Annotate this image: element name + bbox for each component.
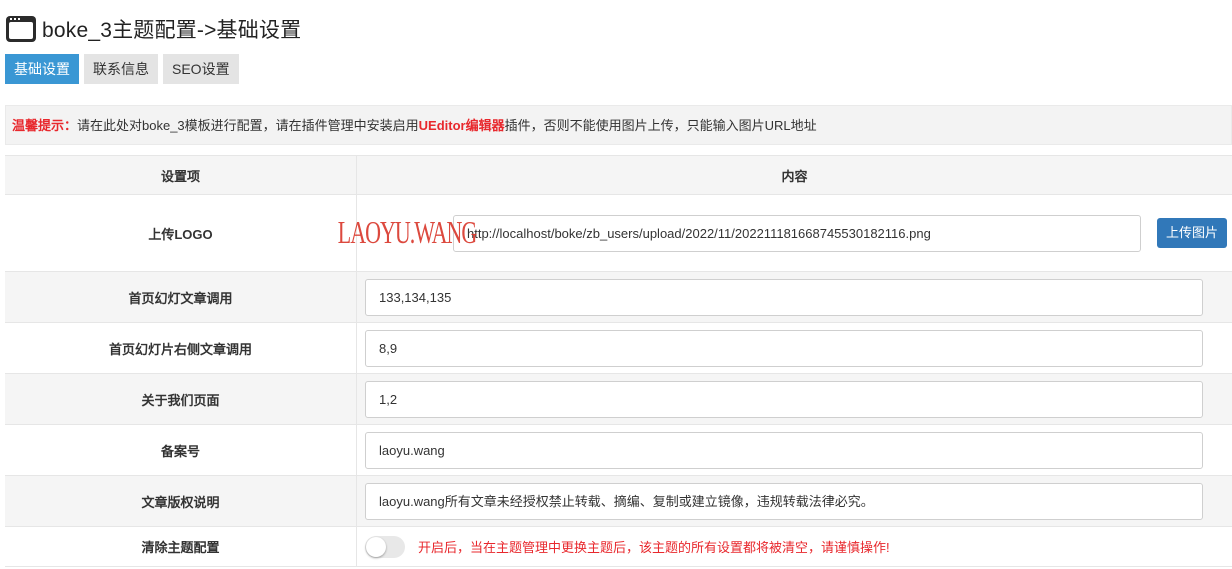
- table-row: 首页幻灯片右侧文章调用 8,9: [5, 323, 1232, 374]
- copyright-notice-input[interactable]: laoyu.wang所有文章未经授权禁止转载、摘编、复制或建立镜像，违规转载法律…: [365, 482, 1203, 520]
- table-row-clear: 清除主题配置 开启后，当在主题管理中更换主题后，该主题的所有设置都将被清空，请谨…: [5, 527, 1232, 567]
- icp-number-input[interactable]: laoyu.wang: [365, 431, 1203, 469]
- logo-preview: LAOYU.WANG: [338, 211, 477, 255]
- setting-label: 关于我们页面: [5, 374, 357, 424]
- table-row-logo: 上传LOGO LAOYU.WANG http://localhost/boke/…: [5, 195, 1232, 272]
- about-pages-input[interactable]: 1,2: [365, 380, 1203, 418]
- clear-config-toggle[interactable]: [365, 535, 405, 558]
- notice-banner: 温馨提示：请在此处对boke_3模板进行配置，请在插件管理中安装启用UEdito…: [5, 105, 1232, 145]
- toggle-knob: [366, 536, 386, 557]
- tab-bar: 基础设置 联系信息 SEO设置: [5, 54, 239, 84]
- setting-label: 文章版权说明: [5, 476, 357, 526]
- logo-preview-text: LAOYU.WANG: [337, 214, 477, 251]
- setting-label: 清除主题配置: [5, 527, 357, 566]
- notice-highlight: UEditor编辑器: [418, 118, 505, 133]
- setting-label: 首页幻灯文章调用: [5, 272, 357, 322]
- column-header-setting: 设置项: [5, 156, 357, 194]
- table-header-row: 设置项 内容: [5, 156, 1232, 195]
- slider-articles-input[interactable]: 133,134,135: [365, 278, 1203, 316]
- setting-label-logo: 上传LOGO: [5, 195, 357, 271]
- settings-table: 设置项 内容 上传LOGO LAOYU.WANG http://localhos…: [5, 155, 1232, 567]
- setting-label: 首页幻灯片右侧文章调用: [5, 323, 357, 373]
- table-row: 关于我们页面 1,2: [5, 374, 1232, 425]
- tab-basic-settings[interactable]: 基础设置: [5, 54, 79, 84]
- tab-seo-settings[interactable]: SEO设置: [163, 54, 239, 84]
- setting-content-logo: LAOYU.WANG http://localhost/boke/zb_user…: [338, 195, 1232, 271]
- table-row: 备案号 laoyu.wang: [5, 425, 1232, 476]
- title-bar: boke_3主题配置->基础设置: [6, 14, 301, 44]
- window-icon: [6, 16, 36, 42]
- upload-image-button[interactable]: 上传图片: [1157, 218, 1227, 248]
- column-header-content: 内容: [781, 168, 808, 184]
- notice-prefix: 温馨提示：: [12, 118, 78, 133]
- clear-config-warning: 开启后，当在主题管理中更换主题后，该主题的所有设置都将被清空，请谨慎操作!: [418, 540, 890, 555]
- table-row: 首页幻灯文章调用 133,134,135: [5, 272, 1232, 323]
- table-row: 文章版权说明 laoyu.wang所有文章未经授权禁止转载、摘编、复制或建立镜像…: [5, 476, 1232, 527]
- notice-text-before: 请在此处对boke_3模板进行配置，请在插件管理中安装启用: [77, 118, 419, 133]
- notice-text-after: 插件，否则不能使用图片上传，只能输入图片URL地址: [504, 118, 817, 133]
- setting-label: 备案号: [5, 425, 357, 475]
- tab-contact-info[interactable]: 联系信息: [84, 54, 158, 84]
- logo-url-input[interactable]: http://localhost/boke/zb_users/upload/20…: [453, 214, 1141, 252]
- slider-side-articles-input[interactable]: 8,9: [365, 329, 1203, 367]
- page-title: boke_3主题配置->基础设置: [42, 19, 302, 42]
